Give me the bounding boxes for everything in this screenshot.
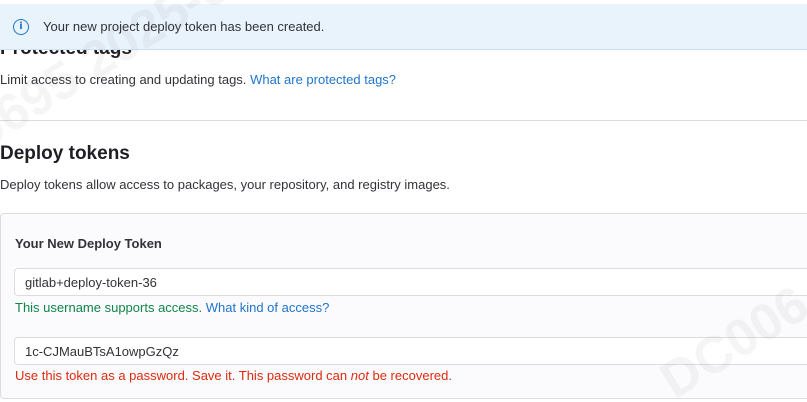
access-kind-link[interactable]: What kind of access? [206,300,330,315]
section-divider [0,120,807,121]
page: Protected tags Limit access to creating … [0,0,807,402]
alert-message: Your new project deploy token has been c… [43,19,325,34]
protected-tags-description-text: Limit access to creating and updating ta… [0,72,247,87]
token-help-prefix: Use this token as a password. Save it. T… [15,368,348,383]
token-help: Use this token as a password. Save it. T… [15,368,452,383]
deploy-tokens-title: Deploy tokens [0,143,130,164]
token-help-emphasis: not [350,368,369,383]
username-help-text: This username supports access. [15,300,203,315]
new-deploy-token-title: Your New Deploy Token [15,236,162,251]
info-circle-icon: i [13,18,29,35]
protected-tags-description: Limit access to creating and updating ta… [0,72,396,87]
deploy-token-password-field[interactable] [14,337,807,365]
deploy-token-username-field[interactable] [14,268,807,296]
token-help-suffix: be recovered. [372,368,452,383]
deploy-tokens-description: Deploy tokens allow access to packages, … [0,177,450,192]
username-help: This username supports access. What kind… [15,300,329,315]
token-created-alert: i Your new project deploy token has been… [0,4,807,50]
protected-tags-help-link[interactable]: What are protected tags? [250,72,396,87]
